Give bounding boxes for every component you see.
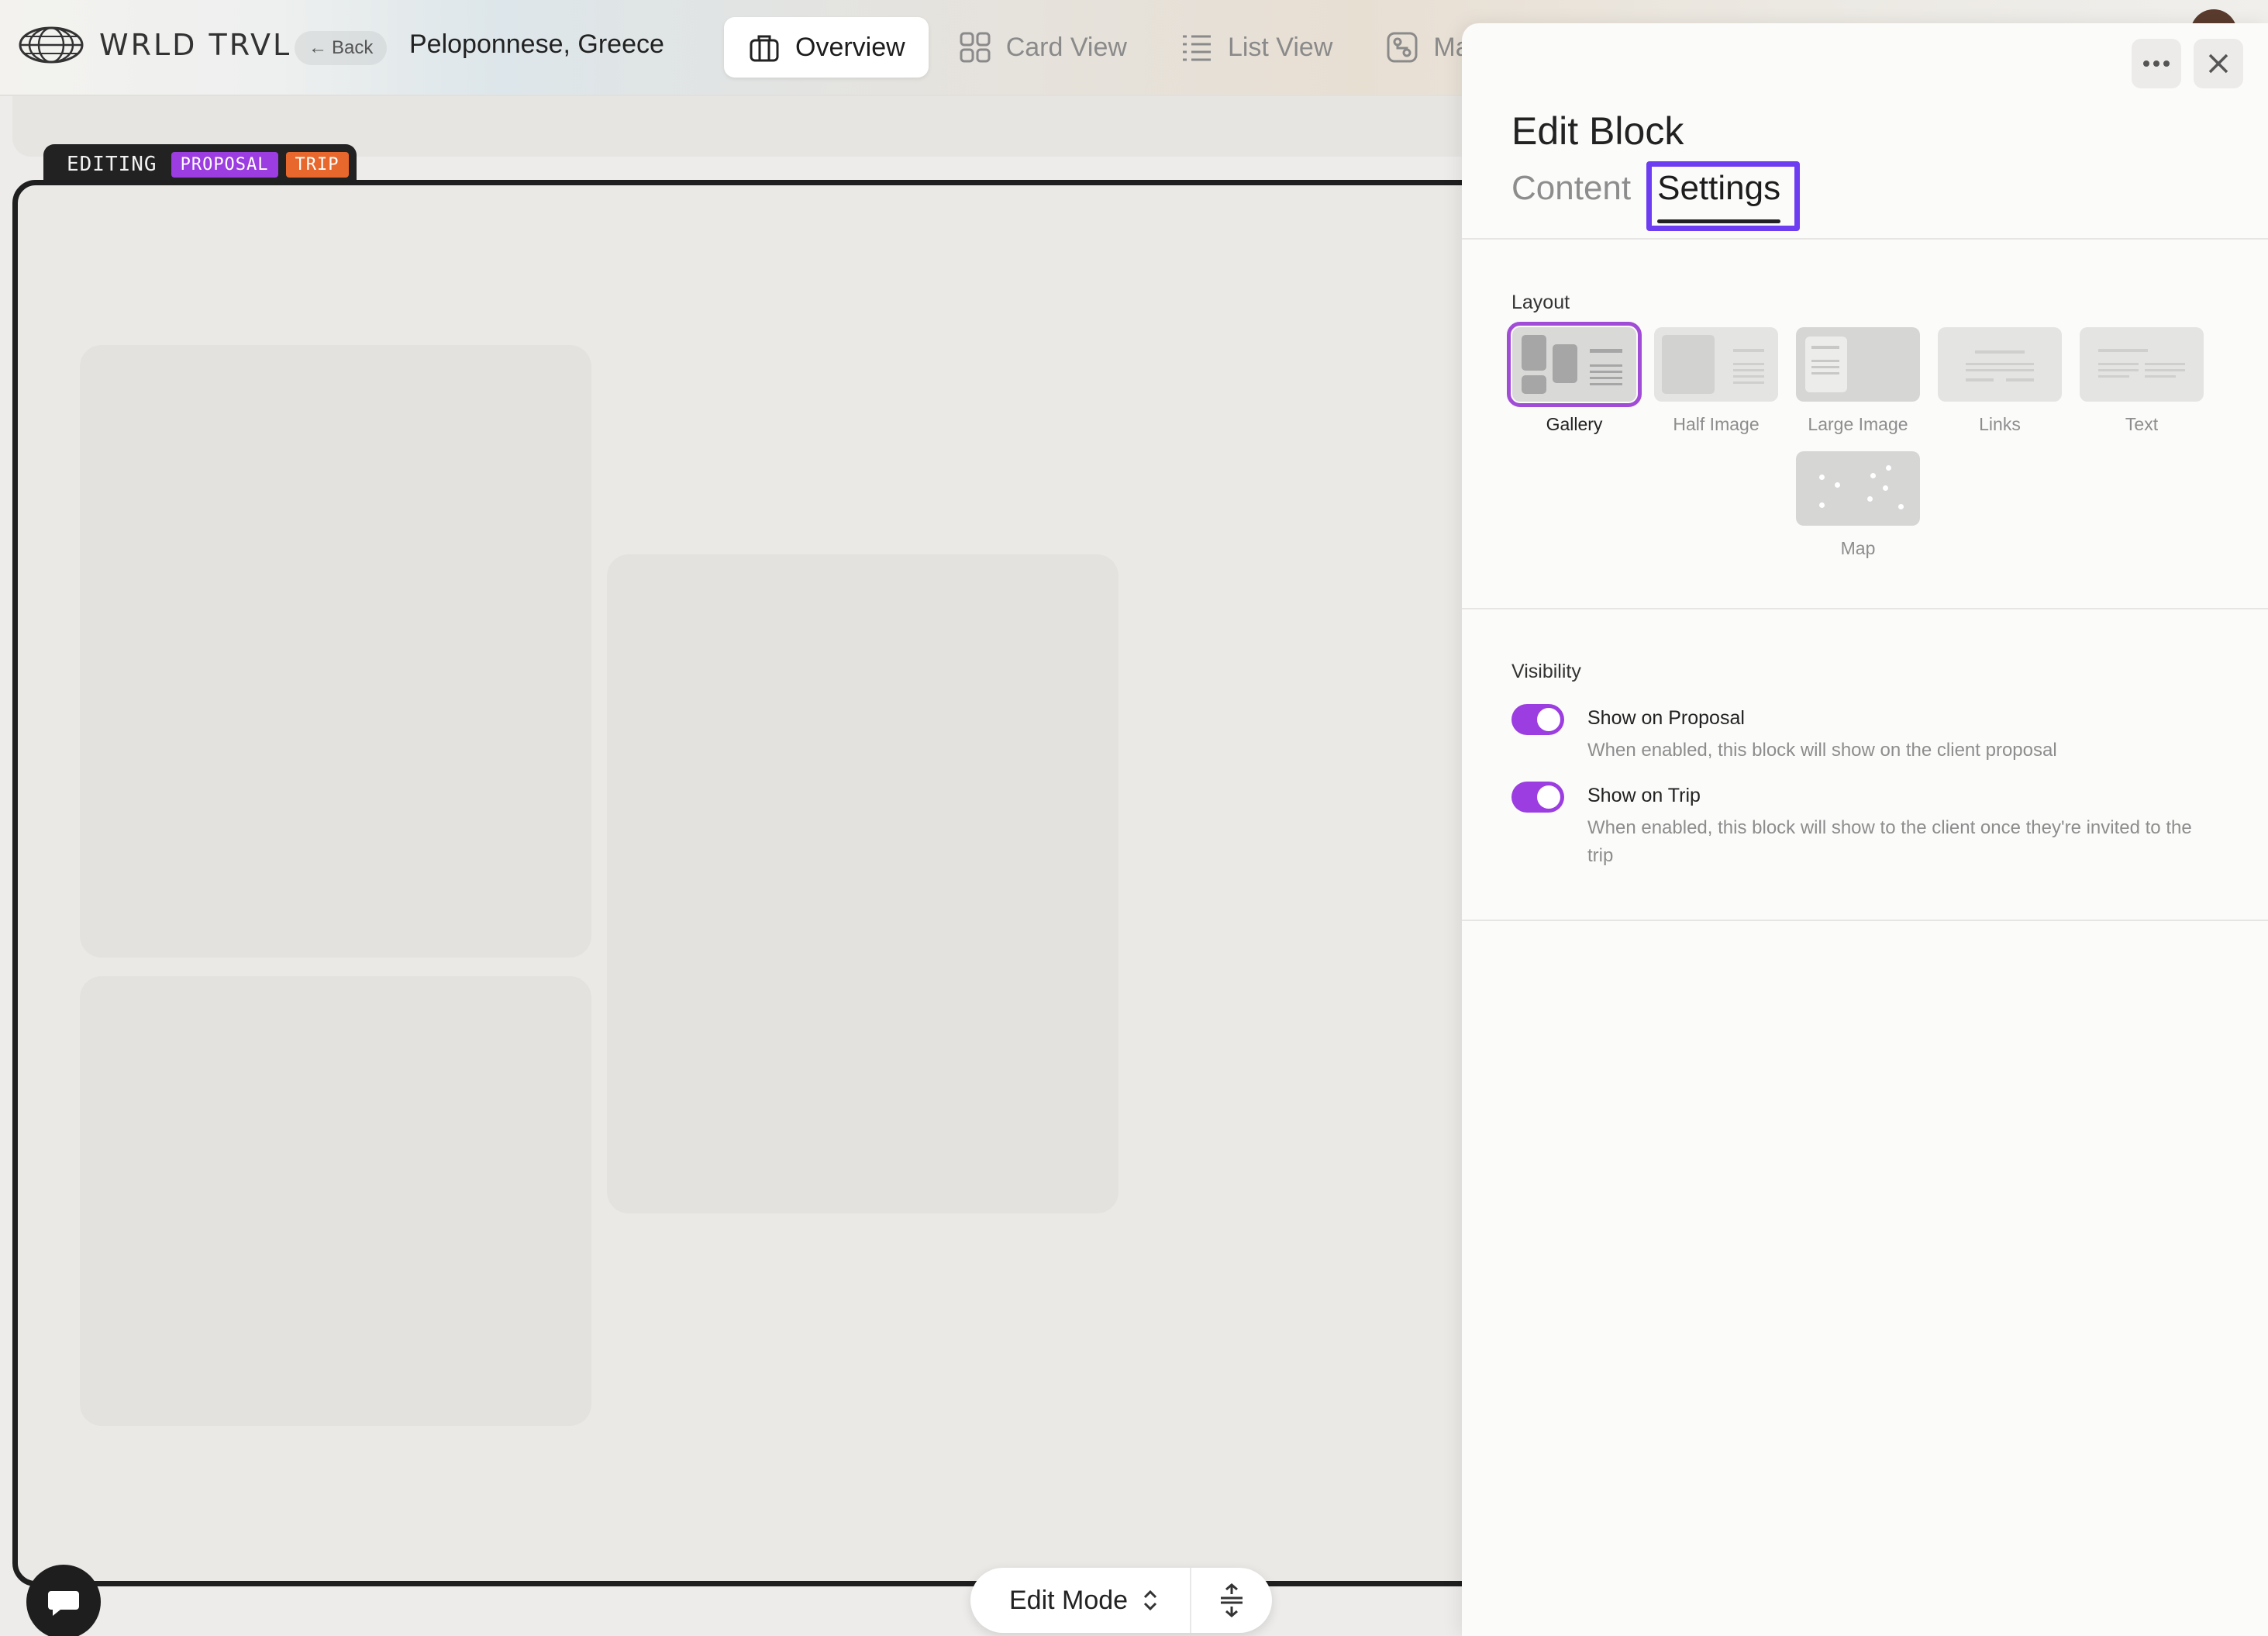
tab-list-view[interactable]: List View bbox=[1156, 17, 1356, 78]
layout-option-label: Large Image bbox=[1808, 414, 1908, 434]
layout-option-half-image[interactable]: Half Image bbox=[1650, 327, 1782, 435]
tab-overview-label: Overview bbox=[795, 32, 905, 62]
toggle-title: Show on Proposal bbox=[1587, 707, 1745, 729]
toggle-description: When enabled, this block will show to th… bbox=[1587, 817, 2192, 866]
grid-icon bbox=[960, 32, 991, 63]
arrow-left-icon: ← bbox=[308, 37, 327, 58]
divider bbox=[1462, 920, 2268, 921]
tab-card-view[interactable]: Card View bbox=[935, 17, 1150, 78]
layout-option-label: Links bbox=[1979, 414, 2021, 434]
text-layout-thumbnail bbox=[2080, 327, 2204, 402]
layout-option-label: Gallery bbox=[1546, 414, 1603, 434]
chat-bubble-icon bbox=[48, 1591, 79, 1616]
edit-block-panel: Edit Block Content Settings Layout Galle… bbox=[1462, 23, 2268, 1636]
close-panel-button[interactable] bbox=[2194, 39, 2243, 88]
links-layout-thumbnail bbox=[1938, 327, 2062, 402]
layout-section-label: Layout bbox=[1511, 292, 1570, 313]
chat-button[interactable] bbox=[26, 1565, 101, 1636]
briefcase-icon bbox=[750, 35, 779, 62]
trip-badge: TRIP bbox=[285, 151, 349, 178]
layout-option-label: Half Image bbox=[1673, 414, 1760, 434]
back-label: Back bbox=[332, 37, 374, 58]
edit-mode-bar: Edit Mode bbox=[970, 1568, 1273, 1633]
gallery-image-placeholder[interactable] bbox=[607, 554, 1118, 1213]
edit-mode-dropdown[interactable]: Edit Mode bbox=[970, 1568, 1192, 1633]
show-on-trip-toggle[interactable] bbox=[1511, 782, 1564, 813]
divider bbox=[1462, 608, 2268, 609]
view-tabs: Overview Card View List View Ma bbox=[724, 17, 1494, 78]
show-on-proposal-toggle[interactable] bbox=[1511, 704, 1564, 735]
toggle-description: When enabled, this block will show on th… bbox=[1587, 740, 2057, 761]
proposal-badge: PROPOSAL bbox=[171, 151, 278, 178]
tab-list-view-label: List View bbox=[1227, 32, 1333, 62]
brand-name: WRLD TRVL bbox=[99, 28, 292, 62]
ellipsis-icon bbox=[2143, 60, 2170, 67]
divider bbox=[1462, 238, 2268, 240]
gallery-image-placeholder[interactable] bbox=[80, 345, 591, 958]
map-route-icon bbox=[1387, 32, 1418, 63]
layout-option-label: Text bbox=[2125, 414, 2159, 434]
globe-icon bbox=[19, 26, 84, 64]
tab-card-view-label: Card View bbox=[1005, 32, 1127, 62]
layout-option-large-image[interactable]: Large Image bbox=[1792, 327, 1924, 435]
tab-overview[interactable]: Overview bbox=[724, 17, 929, 78]
large-image-layout-thumbnail bbox=[1796, 327, 1920, 402]
layout-option-links[interactable]: Links bbox=[1934, 327, 2066, 435]
expand-vertical-icon bbox=[1221, 1583, 1243, 1617]
back-button[interactable]: ← Back bbox=[295, 31, 388, 65]
toggle-title: Show on Trip bbox=[1587, 785, 1701, 806]
chevron-up-down-icon bbox=[1144, 1589, 1157, 1611]
close-icon bbox=[2208, 53, 2228, 74]
layout-option-label: Map bbox=[1840, 538, 1876, 558]
list-icon bbox=[1182, 35, 1211, 61]
tab-content[interactable]: Content bbox=[1511, 163, 1631, 223]
panel-title: Edit Block bbox=[1511, 109, 1684, 153]
trip-title: Peloponnese, Greece bbox=[409, 29, 664, 59]
edit-mode-label: Edit Mode bbox=[1009, 1585, 1129, 1615]
gallery-layout-thumbnail bbox=[1507, 322, 1642, 407]
focus-highlight bbox=[1646, 161, 1800, 231]
block-edit-frame[interactable] bbox=[12, 180, 1570, 1586]
layout-option-gallery[interactable]: Gallery bbox=[1507, 322, 1642, 435]
gallery-image-placeholder[interactable] bbox=[80, 976, 591, 1426]
more-options-button[interactable] bbox=[2132, 39, 2181, 88]
density-toggle-button[interactable] bbox=[1191, 1568, 1272, 1633]
map-layout-thumbnail bbox=[1796, 451, 1920, 526]
half-image-layout-thumbnail bbox=[1654, 327, 1778, 402]
editing-text: EDITING bbox=[67, 153, 157, 176]
editing-label: EDITING PROPOSAL TRIP bbox=[43, 144, 357, 185]
visibility-section-label: Visibility bbox=[1511, 661, 1581, 682]
layout-option-map[interactable]: Map bbox=[1792, 451, 1924, 559]
layout-option-text[interactable]: Text bbox=[2076, 327, 2208, 435]
logo[interactable]: WRLD TRVL bbox=[19, 26, 291, 64]
